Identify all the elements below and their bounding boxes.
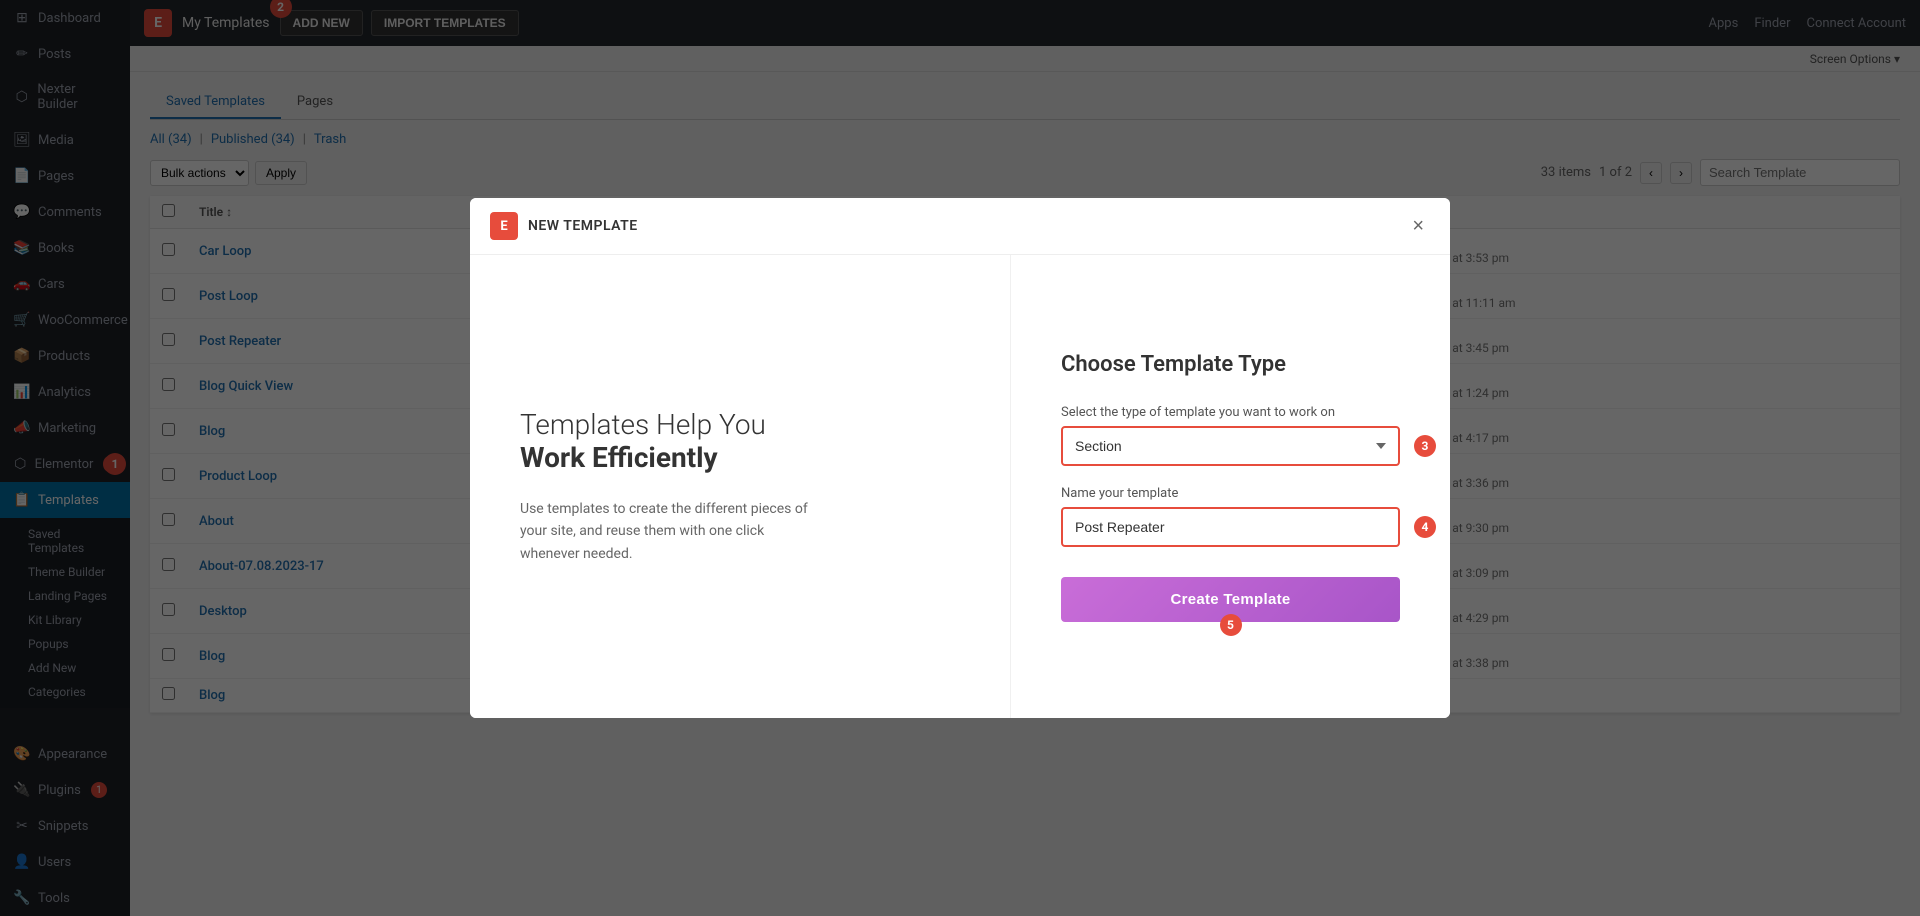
modal-title: NEW TEMPLATE [528,218,638,234]
modal-heading: Templates Help You Work Efficiently [520,408,960,474]
modal-left-panel: Templates Help You Work Efficiently Use … [470,255,1010,718]
template-name-group: Name your template 4 [1061,486,1400,547]
template-type-label: Select the type of template you want to … [1061,405,1400,420]
template-name-label: Name your template [1061,486,1400,501]
step3-circle: 3 [1414,435,1436,457]
template-type-group: Select the type of template you want to … [1061,405,1400,466]
modal-overlay[interactable]: E NEW TEMPLATE × Templates Help You Work… [0,0,1920,916]
step4-circle: 4 [1414,516,1436,538]
modal-right-panel: Choose Template Type Select the type of … [1010,255,1450,718]
template-type-select[interactable]: Section Page Landing Page Popup [1061,426,1400,466]
modal-description: Use templates to create the different pi… [520,498,820,565]
new-template-modal: E NEW TEMPLATE × Templates Help You Work… [470,198,1450,718]
modal-icon: E [490,212,518,240]
modal-close-button[interactable]: × [1406,214,1430,238]
step5-circle: 5 [1220,614,1242,636]
modal-header-left: E NEW TEMPLATE [490,212,638,240]
choose-template-heading: Choose Template Type [1061,352,1400,377]
modal-header: E NEW TEMPLATE × [470,198,1450,255]
template-name-input[interactable] [1061,507,1400,547]
modal-body: Templates Help You Work Efficiently Use … [470,255,1450,718]
